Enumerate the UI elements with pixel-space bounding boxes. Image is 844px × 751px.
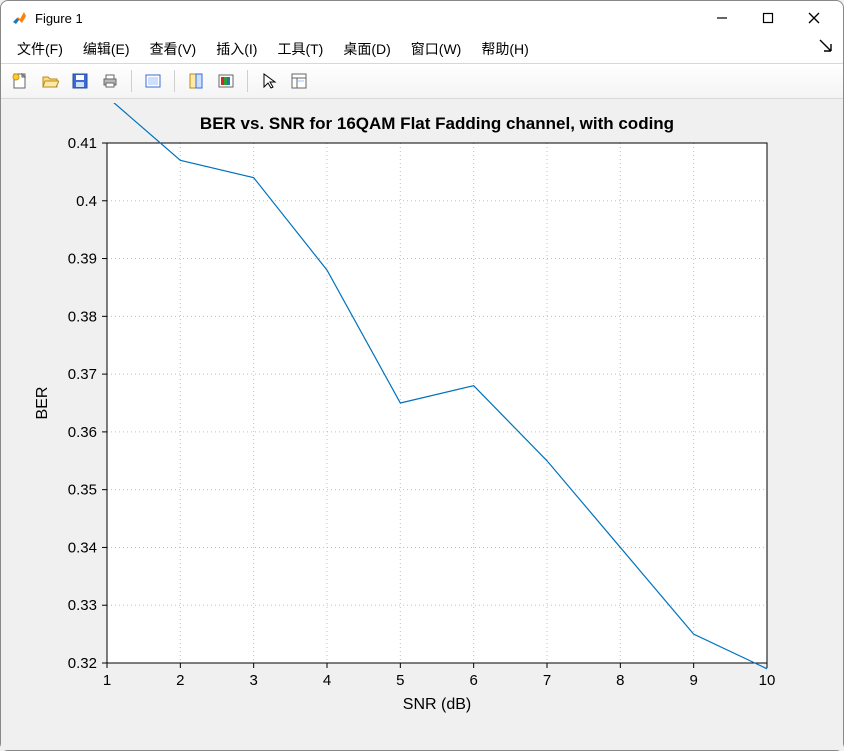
y-tick-label: 0.34	[68, 539, 97, 556]
y-tick-label: 0.35	[68, 482, 97, 499]
toolbar	[1, 63, 843, 99]
y-tick-label: 0.41	[68, 135, 97, 152]
edit-plot-button[interactable]	[140, 68, 166, 94]
x-tick-label: 4	[323, 672, 331, 689]
chart-title: BER vs. SNR for 16QAM Flat Fadding chann…	[200, 114, 674, 133]
matlab-icon	[11, 9, 29, 27]
menu-view[interactable]: 查看(V)	[140, 37, 207, 61]
link-axes-button[interactable]	[183, 68, 209, 94]
titlebar: Figure 1	[1, 1, 843, 35]
y-tick-label: 0.37	[68, 366, 97, 383]
pointer-button[interactable]	[256, 68, 282, 94]
y-axis-label: BER	[34, 387, 51, 420]
x-tick-label: 8	[616, 672, 624, 689]
window-controls	[699, 3, 837, 33]
maximize-button[interactable]	[745, 3, 791, 33]
minimize-button[interactable]	[699, 3, 745, 33]
menu-help[interactable]: 帮助(H)	[471, 37, 538, 61]
dock-arrow-icon[interactable]	[819, 39, 833, 53]
x-tick-label: 9	[689, 672, 697, 689]
open-button[interactable]	[37, 68, 63, 94]
y-tick-label: 0.33	[68, 597, 97, 614]
axes[interactable]: 1 2 3 4 5 6 7 8 9 10 0.32 0.33 0.34 0.35 0.36 0.37 0.38 0…	[7, 103, 837, 744]
figure-canvas[interactable]: 1 2 3 4 5 6 7 8 9 10 0.32 0.33 0.34 0.35 0.36 0.37 0.38 0…	[1, 99, 843, 750]
toolbar-separator	[131, 70, 132, 92]
y-tick-label: 0.38	[68, 308, 97, 325]
x-tick-label: 1	[103, 672, 111, 689]
close-button[interactable]	[791, 3, 837, 33]
x-tick-label: 2	[176, 672, 184, 689]
figure-window: Figure 1 文件(F) 编辑(E) 查看(V) 插入(I) 工具(T) 桌…	[0, 0, 844, 751]
plot-svg: 1 2 3 4 5 6 7 8 9 10 0.32 0.33 0.34 0.35 0.36 0.37 0.38 0…	[7, 103, 835, 739]
y-tick-label: 0.36	[68, 424, 97, 441]
x-tick-label: 7	[543, 672, 551, 689]
menu-desktop[interactable]: 桌面(D)	[333, 37, 400, 61]
print-button[interactable]	[97, 68, 123, 94]
x-axis-label: SNR (dB)	[403, 696, 471, 713]
menu-edit[interactable]: 编辑(E)	[73, 37, 140, 61]
insert-colorbar-button[interactable]	[213, 68, 239, 94]
save-button[interactable]	[67, 68, 93, 94]
x-tick-label: 3	[249, 672, 257, 689]
menubar: 文件(F) 编辑(E) 查看(V) 插入(I) 工具(T) 桌面(D) 窗口(W…	[1, 35, 843, 63]
toolbar-separator	[247, 70, 248, 92]
y-tick-label: 0.39	[68, 251, 97, 268]
new-figure-button[interactable]	[7, 68, 33, 94]
menu-window[interactable]: 窗口(W)	[401, 37, 472, 61]
y-tick-label: 0.4	[76, 193, 97, 210]
property-inspector-button[interactable]	[286, 68, 312, 94]
x-tick-label: 6	[469, 672, 477, 689]
x-tick-label: 5	[396, 672, 404, 689]
menu-tools[interactable]: 工具(T)	[267, 37, 333, 61]
window-title: Figure 1	[35, 11, 699, 26]
toolbar-separator	[174, 70, 175, 92]
y-tick-label: 0.32	[68, 655, 97, 672]
x-tick-label: 10	[759, 672, 776, 689]
menu-insert[interactable]: 插入(I)	[206, 37, 267, 61]
menu-file[interactable]: 文件(F)	[7, 37, 73, 61]
